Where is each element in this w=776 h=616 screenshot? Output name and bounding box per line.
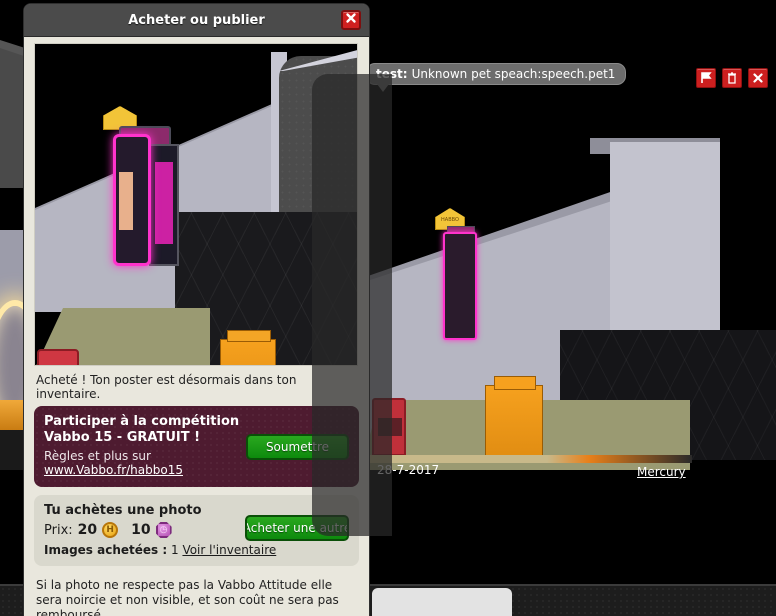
furniture-body [443, 232, 477, 340]
chat-message: Unknown pet speach:speech.pet1 [411, 67, 616, 81]
price-label: Prix: [44, 522, 73, 538]
purchase-box: Tu achètes une photo Prix: 20 H 10 ◷ Ima… [34, 495, 359, 566]
gold-tower-top [227, 330, 271, 342]
images-purchased-count: 1 [170, 543, 179, 557]
photo-date: 28-7-2017 [377, 463, 440, 477]
purchase-disclaimer: Si la photo ne respecte pas la Vabbo Att… [36, 578, 339, 616]
page-title: Acheter ou publier [128, 12, 265, 28]
dialog-body: Acheté ! Ton poster est désormais dans t… [24, 37, 369, 616]
dialog-close-button[interactable] [341, 10, 361, 30]
report-flag-button[interactable] [696, 68, 716, 88]
photo-preview[interactable] [34, 43, 358, 366]
gold-tower-top [494, 376, 536, 390]
chat-speaker: test: [376, 67, 408, 81]
photo-pink-teleporter-furniture [105, 122, 181, 267]
diamond-coin-icon: ◷ [155, 522, 172, 538]
purchase-confirmation-text: Acheté ! Ton poster est désormais dans t… [36, 373, 297, 401]
promo-title-line1: Participer à la compétition [44, 414, 240, 429]
room-pink-teleporter-furniture[interactable] [437, 222, 483, 342]
habbo-credit-coin-icon: H [102, 522, 119, 538]
screen-root: HABBO 28-7-2017 Mercury test: Unknown pe… [0, 0, 776, 616]
close-icon [752, 72, 764, 84]
dialog-title-bar[interactable]: Acheter ou publier [24, 4, 369, 37]
photo-gold-tower-furniture [220, 330, 276, 365]
photo-arcade-furniture [37, 349, 79, 365]
credits-amount: 20 [77, 522, 98, 538]
photo-color-strip [370, 455, 692, 463]
room-gold-tower-furniture[interactable] [485, 376, 543, 461]
images-purchased-row: Images achetées : 1 Voir l'inventaire [44, 543, 349, 557]
images-purchased-label: Images achetées : [44, 543, 168, 557]
submit-button[interactable]: Soumettre [246, 434, 349, 460]
competition-promo-box: Participer à la compétition Vabbo 15 - G… [34, 406, 359, 487]
photo-tool-buttons [696, 68, 768, 88]
delete-button[interactable] [722, 68, 742, 88]
close-icon [345, 12, 357, 28]
chat-bubble-tail [377, 84, 389, 92]
view-inventory-link[interactable]: Voir l'inventaire [182, 543, 276, 557]
room-arcade-furniture[interactable] [372, 398, 406, 456]
avatar [119, 172, 133, 230]
photo-author-link[interactable]: Mercury [637, 465, 686, 479]
duckets-amount: 10 [131, 522, 151, 538]
chat-bubble[interactable]: test: Unknown pet speach:speech.pet1 [366, 63, 627, 85]
trash-icon [726, 72, 738, 84]
arcade-screen [378, 418, 402, 436]
bottom-left-panel[interactable] [372, 588, 512, 616]
furniture-pink-panel [155, 162, 173, 244]
promo-rules-link[interactable]: www.Vabbo.fr/habbo15 [44, 463, 349, 477]
buy-another-button[interactable]: Acheter une autre [245, 515, 349, 541]
flag-icon [700, 72, 712, 84]
close-button[interactable] [748, 68, 768, 88]
purchase-publish-dialog[interactable]: Acheter ou publier Acheté ! Ton poster e… [24, 4, 392, 616]
